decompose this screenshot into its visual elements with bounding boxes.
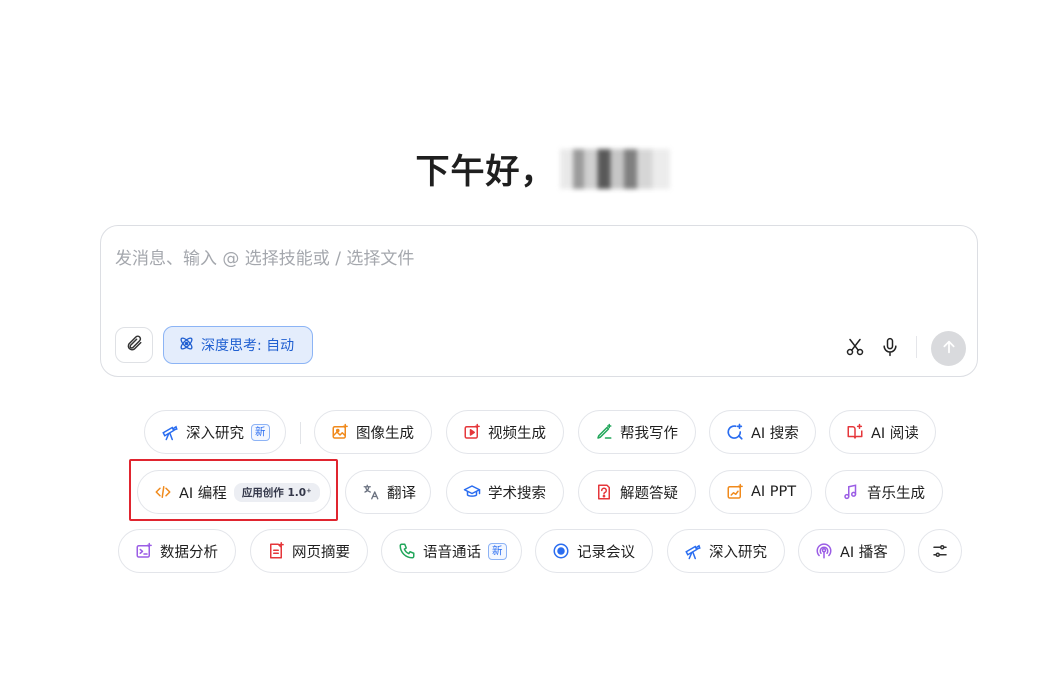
skill-chip-problem-solving[interactable]: 解题答疑 — [578, 470, 696, 514]
skill-chip-data-analysis[interactable]: 数据分析 — [118, 529, 236, 573]
skill-chip-music-gen[interactable]: 音乐生成 — [825, 470, 943, 514]
skill-chip-voice-call[interactable]: 语音通话 新 — [381, 529, 522, 573]
skill-chip-webpage-summary[interactable]: 网页摘要 — [250, 529, 368, 573]
chip-separator — [300, 422, 301, 444]
skill-chip-deep-research[interactable]: 深入研究 新 — [144, 410, 286, 454]
deep-think-toggle[interactable]: 深度思考: 自动 — [163, 326, 313, 364]
skill-label: 语音通话 — [423, 544, 481, 561]
skill-label: 图像生成 — [356, 425, 414, 442]
data-analysis-icon — [135, 542, 153, 560]
skill-label: 网页摘要 — [292, 544, 350, 561]
deep-think-label: 深度思考: 自动 — [201, 338, 295, 354]
message-input-placeholder[interactable]: 发消息、输入 @ 选择技能或 / 选择文件 — [115, 244, 414, 269]
music-icon — [842, 483, 860, 501]
skill-label: 翻译 — [387, 485, 416, 502]
toolbar-divider — [916, 336, 917, 358]
book-icon — [846, 423, 864, 441]
greeting-heading: 下午好， — [0, 144, 1053, 193]
skill-label: 视频生成 — [488, 425, 546, 442]
skill-label: 解题答疑 — [620, 485, 678, 502]
new-badge: 新 — [251, 423, 270, 441]
skill-chip-ai-coding[interactable]: AI 编程 应用创作 1.0⁺ — [137, 470, 331, 514]
skill-chip-academic-search[interactable]: 学术搜索 — [446, 470, 564, 514]
skill-chip-ai-read[interactable]: AI 阅读 — [829, 410, 936, 454]
telescope-icon — [161, 423, 179, 441]
version-badge: 应用创作 1.0⁺ — [233, 482, 320, 502]
skill-label: 记录会议 — [577, 544, 635, 561]
more-skills-button[interactable] — [918, 529, 962, 573]
skill-chip-deep-research-2[interactable]: 深入研究 — [667, 529, 785, 573]
skill-chip-ai-search[interactable]: AI 搜索 — [709, 410, 816, 454]
skill-label: 音乐生成 — [867, 485, 925, 502]
skill-label: AI PPT — [751, 484, 797, 500]
code-icon — [154, 483, 172, 501]
message-composer[interactable]: 发消息、输入 @ 选择技能或 / 选择文件 深度思考: 自动 — [100, 225, 978, 377]
skill-label: AI 阅读 — [871, 425, 919, 442]
skill-chip-record-meeting[interactable]: 记录会议 — [535, 529, 653, 573]
skill-chip-ai-ppt[interactable]: AI PPT — [709, 470, 812, 514]
new-badge: 新 — [488, 542, 507, 560]
skill-label: 帮我写作 — [620, 425, 678, 442]
attach-file-button[interactable] — [115, 327, 153, 363]
skill-chip-video-gen[interactable]: 视频生成 — [446, 410, 564, 454]
podcast-icon — [815, 542, 833, 560]
paperclip-icon — [125, 334, 143, 356]
ppt-icon — [726, 483, 744, 501]
phone-icon — [398, 542, 416, 560]
skill-label: AI 搜索 — [751, 425, 799, 442]
skill-chip-image-gen[interactable]: 图像生成 — [314, 410, 432, 454]
record-icon — [552, 542, 570, 560]
skill-label: AI 编程 — [179, 485, 227, 502]
question-icon — [595, 483, 613, 501]
greeting-text: 下午好， — [415, 152, 556, 192]
user-name-redacted — [559, 149, 670, 189]
sliders-icon — [931, 542, 949, 560]
skill-label: 数据分析 — [160, 544, 218, 561]
skill-label: AI 播客 — [840, 544, 888, 561]
microphone-icon[interactable] — [879, 336, 901, 358]
skill-chip-writing[interactable]: 帮我写作 — [578, 410, 696, 454]
skill-chip-translate[interactable]: 翻译 — [345, 470, 431, 514]
skill-chip-ai-podcast[interactable]: AI 播客 — [798, 529, 905, 573]
ai-search-icon — [726, 423, 744, 441]
image-gen-icon — [331, 423, 349, 441]
skill-label: 深入研究 — [186, 425, 244, 442]
graduation-cap-icon — [463, 483, 481, 501]
video-gen-icon — [463, 423, 481, 441]
webpage-summary-icon — [267, 542, 285, 560]
translate-icon — [362, 483, 380, 501]
send-button[interactable] — [931, 331, 966, 366]
skill-label: 深入研究 — [709, 544, 767, 561]
atom-icon — [178, 335, 195, 356]
scissors-icon[interactable] — [844, 336, 866, 358]
telescope-icon — [684, 542, 702, 560]
skill-label: 学术搜索 — [488, 485, 546, 502]
pen-icon — [595, 423, 613, 441]
arrow-up-icon — [941, 339, 957, 359]
